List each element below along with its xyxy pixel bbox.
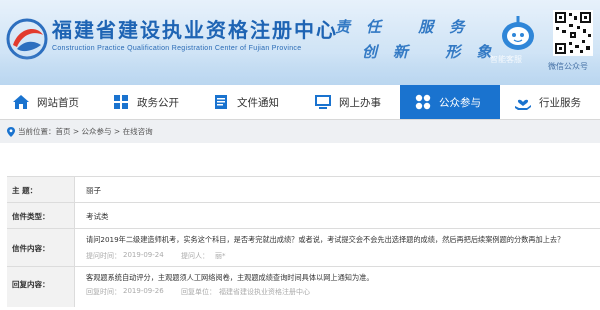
nav-label-government: 政务公开 (137, 96, 179, 109)
asker-label: 提问人： (181, 252, 209, 260)
subject-label: 主 题： (12, 186, 38, 195)
reply-time-label: 回复时间： (86, 288, 121, 296)
nav-label-online-service: 网上办事 (339, 96, 381, 109)
reply-org-value: 福建省建设执业资格注册中心 (219, 288, 310, 296)
row-label-cell: 回复内容： (7, 267, 75, 307)
nav-item-government[interactable]: 政务公开 (100, 85, 200, 119)
reply-time-value: 2019-09-26 (123, 287, 164, 295)
table-row-subject: 主 题： 丽子 (7, 177, 600, 203)
submit-time-value: 2019-09-24 (123, 251, 164, 259)
content-label: 信件内容： (12, 244, 50, 253)
wechat-label: 微信公众号 (548, 62, 588, 71)
nav-item-home[interactable]: 网站首页 (0, 85, 100, 119)
content-value: 请问2019年二级建造师机考，实务这个科目，是否考完就出成绩？或者说，考试提交会… (86, 235, 565, 244)
nav-item-industry-service[interactable]: 行业服务 (500, 85, 600, 119)
table-row-content: 信件内容： 请问2019年二级建造师机考，实务这个科目，是否考完就出成绩？或者说… (7, 229, 600, 267)
subject-value: 丽子 (86, 186, 101, 195)
submit-time-label: 提问时间： (86, 252, 121, 260)
nav-label-home: 网站首页 (37, 96, 79, 109)
reply-org-label: 回复单位： (181, 288, 216, 296)
site-logo (6, 18, 48, 60)
monitor-icon (315, 95, 331, 109)
table-row-reply: 回复内容： 客观题系统自动评分，主观题须人工网络阅卷，主观题成绩查询时间具体以网… (7, 267, 600, 307)
row-label-cell: 信件类型： (7, 203, 75, 228)
header-banner: 福建省建设执业资格注册中心 Construction Practice Qual… (0, 0, 600, 85)
nav-item-notices[interactable]: 文件通知 (200, 85, 300, 119)
reply-value: 客观题系统自动评分，主观题须人工网络阅卷，主观题成绩查询时间具体以网上通知为准。 (86, 273, 374, 282)
main-nav: 网站首页 政务公开 文件通知 网上办事 公众参与 行业服务 (0, 85, 600, 120)
hand-heart-icon (515, 99, 531, 110)
slogan-line-1: 责任 服务 (335, 18, 481, 36)
breadcrumb-path[interactable]: 首页 > 公众参与 > 在线咨询 (56, 126, 153, 137)
breadcrumb: 当前位置： 首页 > 公众参与 > 在线咨询 (0, 120, 600, 143)
grid-icon (114, 95, 128, 109)
asker-value: 丽* (215, 252, 226, 260)
row-label-cell: 主 题： (7, 177, 75, 202)
robot-service-icon[interactable] (498, 14, 538, 52)
service-label[interactable]: 智能客服 (490, 54, 522, 65)
row-label-cell: 信件内容： (7, 229, 75, 266)
consultation-detail-table: 主 题： 丽子 信件类型： 考试类 信件内容： 请问2019年二级建造师机考，实… (7, 176, 600, 307)
site-subtitle: Construction Practice Qualification Regi… (52, 45, 302, 52)
home-icon (13, 95, 29, 109)
nav-label-notices: 文件通知 (237, 96, 279, 109)
site-title: 福建省建设执业资格注册中心 (52, 18, 338, 42)
breadcrumb-prefix: 当前位置： (18, 127, 56, 136)
apps-icon (415, 94, 431, 110)
location-pin-icon (7, 126, 15, 137)
slogan-line-2: 创新 形象 (362, 43, 508, 61)
wechat-qr-code (553, 10, 593, 56)
type-value: 考试类 (86, 212, 109, 221)
nav-item-public-participation[interactable]: 公众参与 (400, 85, 500, 119)
type-label: 信件类型： (12, 212, 50, 221)
reply-label: 回复内容： (12, 280, 50, 289)
document-icon (215, 95, 227, 109)
table-row-type: 信件类型： 考试类 (7, 203, 600, 229)
nav-label-public-participation: 公众参与 (439, 96, 481, 109)
nav-item-online-service[interactable]: 网上办事 (300, 85, 400, 119)
nav-label-industry-service: 行业服务 (539, 96, 581, 109)
